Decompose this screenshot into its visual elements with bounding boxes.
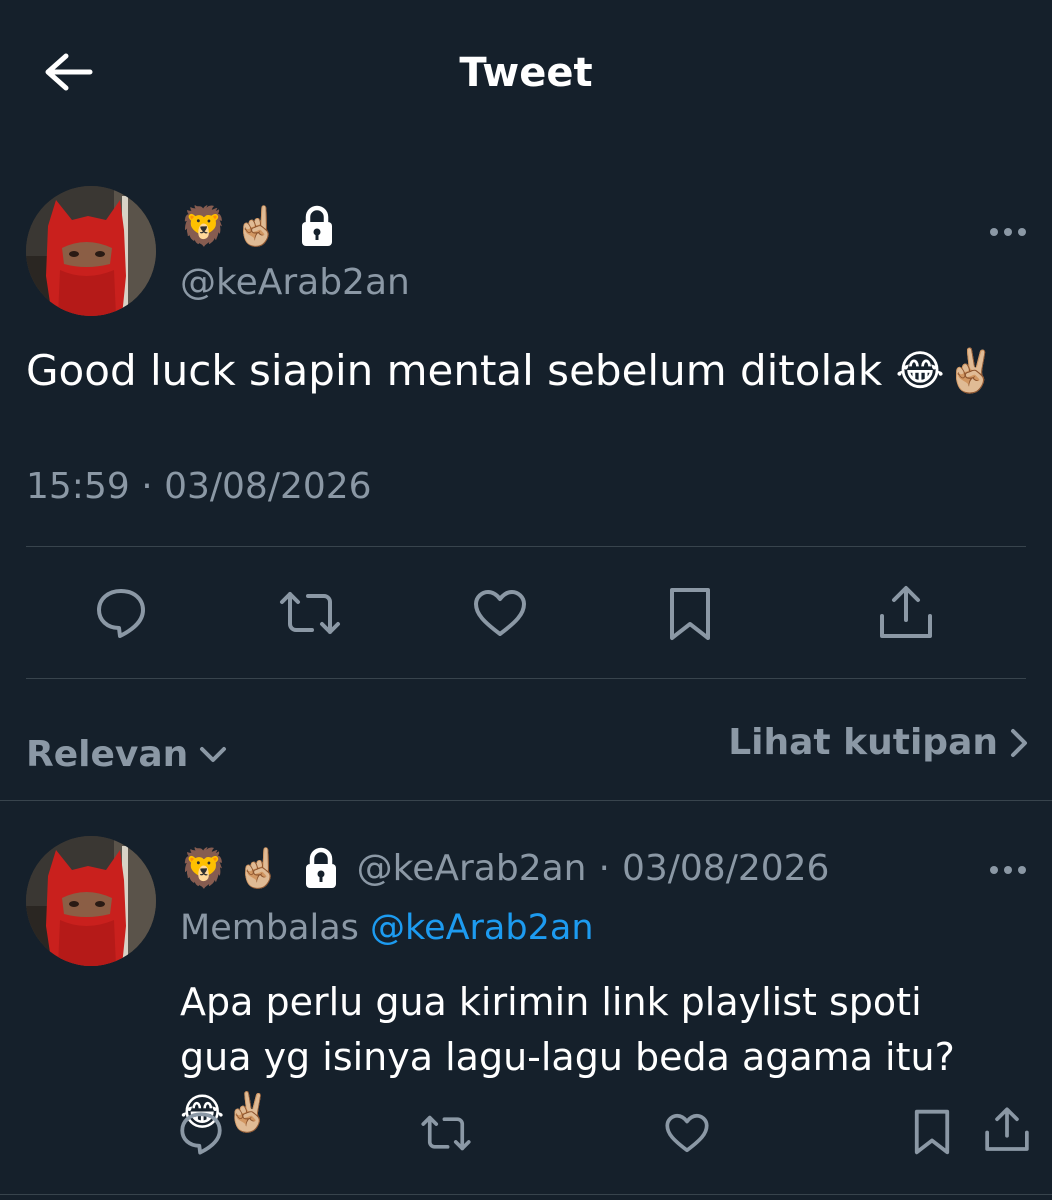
more-horizontal-icon	[990, 228, 998, 236]
name-emoji-lion: 🦁	[180, 204, 228, 248]
more-dot	[1004, 228, 1012, 236]
bookmark-icon	[670, 588, 710, 640]
divider	[0, 1194, 1052, 1195]
tweet-detail-screen: Tweet 🦁 ☝🏼 @keArab2an Good luck siapin m…	[0, 0, 1052, 1200]
heart-icon	[474, 590, 526, 636]
reply-date[interactable]: 03/08/2026	[622, 848, 830, 889]
comment-icon	[97, 589, 145, 638]
name-emoji-finger: ☝🏼	[235, 846, 283, 890]
avatar[interactable]	[26, 186, 156, 316]
reply-text: Apa perlu gua kirimin link playlist spot…	[180, 980, 955, 1134]
bookmark-button[interactable]	[664, 586, 716, 642]
reply-reply-button[interactable]	[178, 1110, 224, 1156]
lock-icon	[301, 205, 332, 246]
chevron-right-icon	[1011, 728, 1027, 757]
sort-dropdown[interactable]: Relevan	[26, 734, 228, 775]
more-horizontal-icon	[990, 866, 998, 874]
retweet-icon	[280, 592, 340, 634]
tweet-text: Good luck siapin mental sebelum ditolak …	[26, 346, 997, 395]
more-dot	[1018, 228, 1026, 236]
retweet-button[interactable]	[278, 588, 342, 638]
share-icon	[985, 1107, 1029, 1151]
avatar-image	[26, 836, 156, 966]
reply-more-options-button[interactable]	[990, 860, 1040, 880]
name-emoji-lion: 🦁	[180, 846, 228, 890]
avatar-image	[26, 186, 156, 316]
reply-author-handle[interactable]: @keArab2an	[357, 848, 587, 889]
share-button[interactable]	[876, 584, 936, 642]
view-quotes-link[interactable]: Lihat kutipan	[728, 722, 1028, 763]
more-dot	[1004, 866, 1012, 874]
replying-mention[interactable]: @keArab2an	[370, 908, 593, 948]
tweet-timestamp[interactable]: 15:59 · 03/08/2026	[26, 466, 372, 507]
bookmark-icon	[914, 1109, 950, 1155]
replying-label: Membalas	[180, 908, 359, 948]
divider	[0, 800, 1052, 801]
more-options-button[interactable]	[990, 222, 1040, 242]
page-title: Tweet	[459, 50, 593, 96]
divider	[26, 678, 1026, 679]
reply-avatar[interactable]	[26, 836, 156, 966]
comment-icon	[180, 1112, 222, 1155]
lock-icon	[305, 847, 336, 888]
reply-retweet-button[interactable]	[420, 1112, 472, 1154]
share-icon	[880, 586, 932, 638]
sort-label: Relevan	[26, 734, 189, 775]
reply-share-button[interactable]	[982, 1106, 1032, 1154]
author-handle[interactable]: @keArab2an	[180, 262, 410, 303]
retweet-icon	[421, 1115, 471, 1151]
reply-like-button[interactable]	[664, 1112, 710, 1154]
more-dot	[1018, 866, 1026, 874]
like-button[interactable]	[472, 588, 528, 638]
heart-icon	[665, 1113, 709, 1153]
display-name[interactable]: 🦁 ☝🏼	[180, 204, 337, 248]
divider	[26, 546, 1026, 547]
top-bar: Tweet	[0, 0, 1052, 150]
name-emoji-finger: ☝🏼	[233, 204, 281, 248]
reply-button[interactable]	[94, 586, 148, 640]
view-quotes-label: Lihat kutipan	[728, 722, 998, 763]
chevron-down-icon	[200, 746, 227, 762]
meta-separator: ·	[598, 847, 610, 889]
reply-header: 🦁 ☝🏼 @keArab2an · 03/08/2026	[180, 846, 829, 890]
replying-to: Membalas @keArab2an	[180, 908, 594, 948]
reply-bookmark-button[interactable]	[910, 1108, 954, 1156]
